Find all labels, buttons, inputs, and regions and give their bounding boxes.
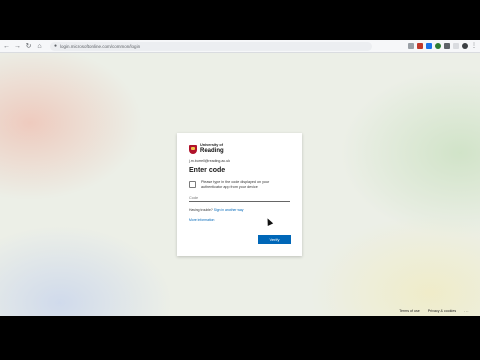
extension-icon[interactable] bbox=[426, 43, 432, 49]
page-background: University of Reading j.m.burrell@readin… bbox=[0, 53, 480, 316]
browser-window: ← → ↻ ⌂ ● login.microsoftonline.com/comm… bbox=[0, 40, 480, 316]
code-input[interactable] bbox=[189, 194, 290, 202]
instructions-text: Please type in the code displayed on you… bbox=[201, 180, 270, 189]
privacy-link[interactable]: Privacy & cookies bbox=[428, 309, 456, 313]
sign-in-card: University of Reading j.m.burrell@readin… bbox=[177, 133, 302, 256]
logo-text-big: Reading bbox=[200, 148, 224, 154]
address-bar[interactable]: ● login.microsoftonline.com/common/login bbox=[50, 41, 372, 51]
university-logo: University of Reading bbox=[189, 143, 291, 155]
instructions: Please type in the code displayed on you… bbox=[189, 180, 291, 190]
extensions-bar: ⋮ bbox=[408, 43, 477, 49]
back-icon[interactable]: ← bbox=[2, 42, 11, 51]
profile-avatar-icon[interactable] bbox=[462, 43, 468, 49]
puzzle-icon[interactable] bbox=[444, 43, 450, 49]
url-text: login.microsoftonline.com/common/login bbox=[60, 43, 141, 49]
reload-icon[interactable]: ↻ bbox=[24, 42, 33, 51]
extension-icon[interactable] bbox=[435, 43, 441, 49]
more-options-link[interactable]: ... bbox=[464, 308, 469, 313]
forward-icon[interactable]: → bbox=[13, 42, 22, 51]
page-footer: Terms of use Privacy & cookies ... bbox=[399, 308, 469, 313]
lock-icon: ● bbox=[54, 43, 58, 49]
verify-button[interactable]: Verify bbox=[258, 235, 291, 244]
menu-icon[interactable]: ⋮ bbox=[471, 43, 477, 49]
share-icon[interactable] bbox=[408, 43, 414, 49]
sidebar-icon[interactable] bbox=[453, 43, 459, 49]
trouble-line: Having trouble? Sign in another way bbox=[189, 208, 291, 212]
crest-icon bbox=[189, 144, 197, 154]
sign-in-another-way-link[interactable]: Sign in another way bbox=[214, 208, 244, 212]
trouble-text: Having trouble? bbox=[189, 208, 213, 212]
authenticator-icon bbox=[189, 181, 196, 188]
terms-link[interactable]: Terms of use bbox=[399, 309, 420, 313]
home-icon[interactable]: ⌂ bbox=[35, 42, 44, 51]
page-title: Enter code bbox=[189, 167, 226, 174]
extension-icon[interactable] bbox=[417, 43, 423, 49]
browser-toolbar: ← → ↻ ⌂ ● login.microsoftonline.com/comm… bbox=[0, 40, 480, 53]
more-information-link[interactable]: More information bbox=[189, 218, 291, 222]
user-email: j.m.burrell@reading.ac.uk bbox=[189, 159, 230, 163]
